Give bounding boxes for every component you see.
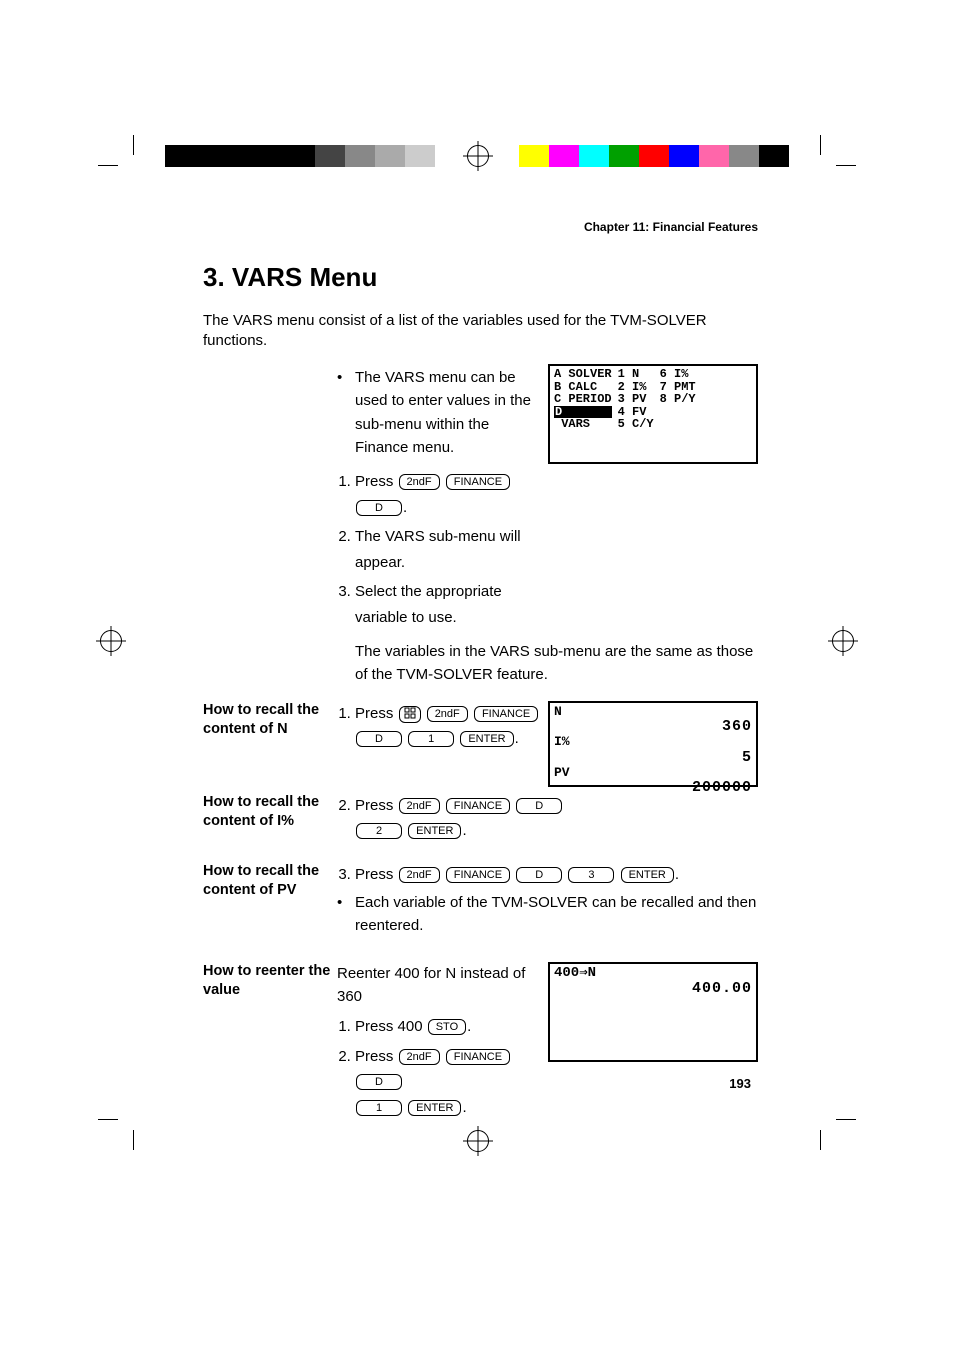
label-recall-i: How to recall the content of I% [203,793,337,832]
step-1: Press 2ndF FINANCE D. [355,469,540,520]
key-3: 3 [568,867,614,883]
key-d: D [356,731,402,747]
key-d: D [516,867,562,883]
key-enter: ENTER [621,867,674,883]
greyscale-bar [165,145,435,167]
key-1: 1 [408,731,454,747]
key-2ndf: 2ndF [399,798,440,814]
chapter-header: Chapter 11: Financial Features [203,220,758,234]
recall-n-step: Press 2ndF FINANCE D 1 ENTER. [355,701,540,752]
reenter-step-1: Press 400 STO. [355,1014,540,1040]
calculator-screen-vars-menu: A SOLVERB CALCC PERIODD VARS 1 N2 I%3 PV… [548,364,758,464]
key-d: D [356,1074,402,1090]
key-home-icon [399,706,421,723]
recall-pv-bullet: Each variable of the TVM-SOLVER can be r… [355,891,758,938]
key-2ndf: 2ndF [399,867,440,883]
key-enter: ENTER [408,823,461,839]
note-text: The variables in the VARS sub-menu are t… [337,640,758,687]
key-finance: FINANCE [474,706,538,722]
key-2ndf: 2ndF [399,1049,440,1065]
section-title: 3. VARS Menu [203,262,758,293]
key-2ndf: 2ndF [399,474,440,490]
step-2: The VARS sub-menu will appear. [355,524,540,575]
recall-pv-step: Press 2ndF FINANCE D 3 ENTER. [355,862,758,888]
registration-mark-icon [832,630,854,652]
page-content: Chapter 11: Financial Features 3. VARS M… [203,220,758,1130]
key-finance: FINANCE [446,867,510,883]
step-3: Select the appropriate variable to use. [355,579,540,630]
recall-i-step: Press 2ndF FINANCE D 2 ENTER. [355,793,758,844]
key-finance: FINANCE [446,1049,510,1065]
key-2: 2 [356,823,402,839]
label-recall-n: How to recall the content of N [203,701,337,740]
calculator-screen-values: N360I%5PV200000 [548,701,758,787]
label-reenter: How to reenter the value [203,962,337,1001]
key-finance: FINANCE [446,798,510,814]
registration-mark-icon [467,145,489,167]
registration-mark-icon [100,630,122,652]
calculator-screen-reenter: 400⇒N 400.00 [548,962,758,1062]
key-d: D [356,500,402,516]
reenter-heading: Reenter 400 for N instead of 360 [337,962,540,1009]
key-1: 1 [356,1100,402,1116]
reenter-step-2: Press 2ndF FINANCE D 1 ENTER. [355,1044,540,1121]
key-enter: ENTER [408,1100,461,1116]
color-bar [519,145,789,167]
page-number: 193 [729,1076,751,1091]
intro-text: The VARS menu consist of a list of the v… [203,311,758,350]
label-recall-pv: How to recall the content of PV [203,862,337,901]
key-d: D [516,798,562,814]
registration-mark-icon [467,1130,489,1152]
key-sto: STO [428,1019,466,1035]
bullet-text: The VARS menu can be used to enter value… [355,366,540,459]
key-finance: FINANCE [446,474,510,490]
key-2ndf: 2ndF [427,706,468,722]
key-enter: ENTER [460,731,513,747]
